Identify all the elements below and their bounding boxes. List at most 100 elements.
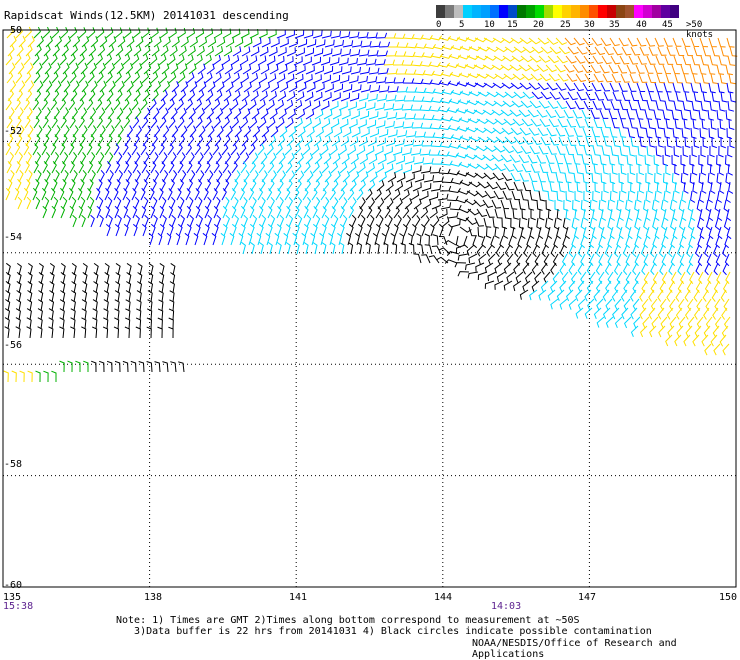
wind-barb <box>222 116 230 129</box>
wind-barb <box>563 64 575 73</box>
wind-barb <box>41 143 48 156</box>
wind-barb <box>670 217 675 231</box>
wind-barb <box>546 82 558 91</box>
wind-barb <box>80 196 86 210</box>
wind-barb <box>405 214 412 228</box>
wind-barb <box>630 46 641 56</box>
wind-barb <box>593 163 601 175</box>
wind-barb <box>655 100 664 111</box>
wind-barb <box>71 151 78 165</box>
wind-barb <box>723 217 729 231</box>
wind-barb <box>320 144 329 156</box>
wind-barb <box>705 199 711 212</box>
wind-barb <box>602 118 611 129</box>
wind-barb <box>484 280 495 289</box>
wind-barb <box>674 118 682 130</box>
wind-barb <box>630 307 638 320</box>
wind-barb <box>617 64 628 74</box>
wind-barb <box>669 199 675 212</box>
wind-barb <box>665 73 674 84</box>
wind-barb <box>608 64 619 74</box>
wind-barb <box>521 163 532 173</box>
wind-barb <box>609 82 619 92</box>
wind-barb <box>512 208 519 220</box>
wind-barb <box>285 73 295 84</box>
wind-barb <box>592 145 601 156</box>
wind-barb <box>583 100 594 110</box>
wind-barb <box>24 160 30 174</box>
wind-barb <box>537 82 549 91</box>
wind-barb <box>701 73 710 84</box>
wind-barb <box>701 334 709 347</box>
wind-barb <box>81 326 87 339</box>
wind-barb <box>559 262 566 275</box>
wind-barb <box>674 334 682 347</box>
wind-barb <box>567 181 574 193</box>
wind-barb <box>402 121 414 129</box>
wind-barb <box>179 196 185 210</box>
wind-barb <box>646 145 653 157</box>
wind-barb <box>629 289 637 302</box>
wind-barb <box>198 81 207 93</box>
time-label: 15:38 <box>3 601 34 612</box>
wind-barb <box>681 37 691 47</box>
wind-barb <box>324 214 330 228</box>
wind-barb <box>365 102 376 111</box>
wind-barb <box>360 40 372 48</box>
wind-barb <box>9 35 17 48</box>
wind-barb <box>513 181 523 191</box>
wind-barb <box>241 46 251 57</box>
wind-barb <box>341 66 352 75</box>
wind-barb <box>162 80 171 93</box>
wind-barb <box>553 217 560 230</box>
wind-barb <box>666 307 674 320</box>
wind-barb <box>529 145 540 155</box>
wind-barb <box>522 280 531 292</box>
wind-barb <box>252 81 261 93</box>
wind-barb <box>279 38 289 48</box>
wind-barb <box>105 71 113 84</box>
wind-barb <box>360 214 366 228</box>
wind-barb <box>162 214 167 228</box>
wind-barb <box>493 190 504 200</box>
wind-barb <box>135 326 141 339</box>
wind-barb <box>620 289 628 302</box>
wind-barb <box>675 46 685 56</box>
wind-barb <box>81 214 86 228</box>
wind-barb <box>711 46 720 57</box>
wind-barb <box>720 289 727 302</box>
wind-barb <box>90 36 99 48</box>
wind-barb <box>584 73 595 83</box>
wind-barb <box>259 90 268 102</box>
wind-barb <box>356 102 367 111</box>
wind-barb <box>331 48 342 57</box>
wind-barb <box>520 145 532 154</box>
wind-barb <box>654 127 662 139</box>
wind-barb <box>682 55 691 66</box>
wind-barb <box>603 307 611 320</box>
wind-barb <box>608 109 618 120</box>
wind-barb <box>627 82 637 92</box>
wind-barb <box>531 181 540 192</box>
wind-barb <box>609 127 618 138</box>
wind-barb <box>99 36 108 48</box>
wind-barb <box>314 196 321 210</box>
wind-barb <box>503 280 513 291</box>
wind-barb <box>504 244 511 258</box>
wind-barb <box>395 155 405 165</box>
wind-barb <box>197 107 205 120</box>
wind-barb <box>52 44 60 57</box>
wind-barb <box>581 154 590 165</box>
wind-barb <box>320 57 331 66</box>
wind-barb <box>564 172 572 184</box>
wind-barb <box>180 169 187 183</box>
wind-barb <box>187 178 194 192</box>
wind-barb <box>350 110 360 120</box>
wind-barb <box>26 151 33 165</box>
wind-barb <box>727 55 736 66</box>
wind-barb <box>557 118 568 128</box>
wind-barb <box>720 91 728 103</box>
wind-barb <box>368 67 380 75</box>
wind-barb <box>180 36 189 48</box>
wind-barb <box>486 244 493 257</box>
